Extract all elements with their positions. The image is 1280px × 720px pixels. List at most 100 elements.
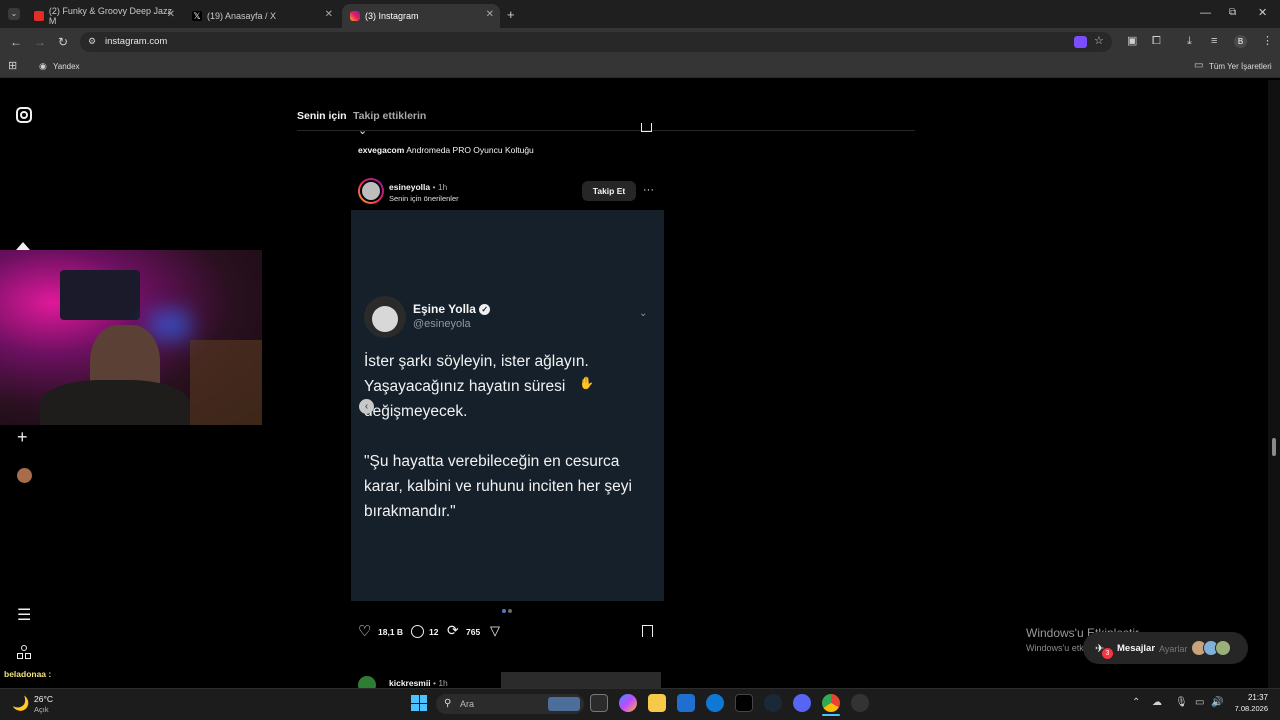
hand-cursor-icon: ✋ bbox=[579, 376, 594, 390]
start-windows-icon[interactable] bbox=[411, 695, 427, 711]
tray-chevron-up-icon[interactable]: ⌃ bbox=[1132, 698, 1140, 708]
copilot-icon[interactable] bbox=[619, 694, 637, 712]
close-icon[interactable]: ✕ bbox=[486, 9, 494, 20]
tab-groups-icon[interactable]: ▣ bbox=[1127, 36, 1137, 47]
story-ring[interactable] bbox=[358, 178, 384, 204]
post-suggested-label: Senin için önerilenler bbox=[389, 194, 459, 203]
extensions-icon[interactable]: ⧠ bbox=[1152, 36, 1161, 47]
reload-icon[interactable]: ↻ bbox=[58, 36, 68, 48]
post-media[interactable]: Eşine Yolla ✓ @esineyola ⌄ İster şarkı s… bbox=[351, 210, 664, 601]
back-icon[interactable]: ← bbox=[10, 36, 22, 48]
carousel-dot bbox=[508, 609, 512, 613]
webcam-overlay bbox=[0, 250, 262, 425]
taskbar-search[interactable]: ⚲ Ara bbox=[436, 694, 584, 714]
new-tab-icon[interactable]: + bbox=[507, 8, 515, 21]
apps-grid-icon[interactable]: ⊞ bbox=[8, 61, 17, 72]
profile-avatar-nav[interactable] bbox=[17, 468, 32, 483]
like-count[interactable]: 18,1 B bbox=[378, 627, 403, 637]
repost-count[interactable]: 765 bbox=[466, 627, 480, 637]
weather-temp[interactable]: 26°C bbox=[34, 694, 53, 704]
save-bookmark-icon[interactable] bbox=[642, 625, 653, 637]
minimize-icon[interactable]: — bbox=[1200, 8, 1211, 19]
search-placeholder: Ara bbox=[460, 699, 475, 709]
chat-overlay-user: beladonaa : bbox=[4, 669, 52, 679]
tweet-quote-1: "Şu hayatta verebileceğin en cesurca bbox=[364, 453, 620, 470]
tweet-line-1: İster şarkı söyleyin, ister ağlayın. bbox=[364, 353, 589, 370]
next-post-user: kickresmii • 1h bbox=[389, 678, 448, 688]
follow-button[interactable]: Takip Et bbox=[582, 181, 636, 201]
download-icon[interactable]: ⤓ bbox=[1187, 36, 1192, 47]
create-plus-icon[interactable]: + bbox=[17, 428, 28, 446]
scrollbar-thumb[interactable] bbox=[1272, 438, 1276, 456]
tab-title: (3) Instagram bbox=[365, 11, 419, 21]
window-close-icon[interactable]: ✕ bbox=[1258, 8, 1267, 19]
profile-avatar[interactable]: B bbox=[1234, 35, 1247, 48]
outlook-icon[interactable] bbox=[706, 694, 724, 712]
discord-icon[interactable] bbox=[793, 694, 811, 712]
tweet-quote-3: bırakmandır." bbox=[364, 503, 456, 520]
prev-save-icon[interactable] bbox=[641, 123, 652, 132]
tweet-line-3: değişmeyecek. bbox=[364, 403, 468, 420]
obs-icon[interactable] bbox=[851, 694, 869, 712]
tab-search-icon[interactable]: ⌄ bbox=[8, 8, 20, 20]
search-icon: ⚲ bbox=[444, 698, 452, 709]
page-scrollbar[interactable] bbox=[1268, 80, 1280, 688]
clock-date[interactable]: 7.08.2026 bbox=[1220, 704, 1268, 713]
chrome-icon[interactable] bbox=[822, 694, 840, 712]
home-icon[interactable] bbox=[16, 242, 30, 250]
activation-watermark-sub: Windows'u etki bbox=[1026, 643, 1086, 653]
address-bar[interactable]: ⚙ instagram.com ☆ bbox=[80, 32, 1112, 52]
store-icon[interactable] bbox=[677, 694, 695, 712]
prev-caption: exvegacom Andromeda PRO Oyuncu Koltuğu bbox=[358, 145, 534, 155]
youtube-icon bbox=[34, 11, 44, 21]
menu-kebab-icon[interactable]: ⋮ bbox=[1262, 36, 1273, 47]
post-user-line: esineyolla • 1h bbox=[389, 182, 448, 192]
unity-app-icon[interactable] bbox=[735, 694, 753, 712]
forward-icon[interactable]: → bbox=[34, 36, 46, 48]
tab-title: (2) Funky & Groovy Deep Jazz M bbox=[48, 6, 172, 26]
carousel-prev-icon[interactable]: ‹ bbox=[359, 399, 374, 414]
reading-list-icon[interactable]: ≡ bbox=[1211, 36, 1217, 47]
post-username[interactable]: esineyolla bbox=[389, 182, 430, 192]
caption-text: Andromeda PRO Oyuncu Koltuğu bbox=[406, 145, 534, 155]
comment-count[interactable]: 12 bbox=[429, 627, 438, 637]
steam-icon[interactable] bbox=[764, 694, 782, 712]
post-options-icon[interactable]: ··· bbox=[643, 184, 654, 196]
repost-icon[interactable]: ⟳ bbox=[447, 623, 459, 638]
site-info-icon[interactable]: ⚙ bbox=[88, 37, 96, 46]
microphone-icon[interactable]: 🎙 bbox=[1175, 698, 1188, 708]
tab-x[interactable]: 𝕏 (19) Anasayfa / X ✕ bbox=[184, 4, 339, 28]
instagram-logo-icon[interactable] bbox=[16, 107, 32, 123]
tab-for-you[interactable]: Senin için bbox=[297, 110, 347, 122]
active-app-indicator bbox=[822, 714, 840, 716]
comment-icon[interactable] bbox=[411, 625, 424, 638]
dm-avatar bbox=[1215, 640, 1231, 656]
cloud-icon[interactable]: ☁ bbox=[1152, 698, 1162, 708]
prev-like-icon[interactable]: ⌄ bbox=[358, 124, 367, 137]
task-view-icon[interactable] bbox=[590, 694, 608, 712]
share-send-icon[interactable]: ▽ bbox=[490, 624, 500, 638]
close-icon[interactable]: ✕ bbox=[167, 9, 175, 20]
all-bookmarks[interactable]: Tüm Yer İşaretleri bbox=[1209, 62, 1272, 71]
tab-instagram[interactable]: (3) Instagram ✕ bbox=[342, 4, 500, 28]
weather-moon-icon[interactable]: 🌙 bbox=[12, 695, 29, 711]
tab-following[interactable]: Takip ettiklerin bbox=[353, 110, 426, 122]
tweet-display-name: Eşine Yolla ✓ bbox=[413, 302, 491, 316]
caption-username[interactable]: exvegacom bbox=[358, 145, 404, 155]
file-explorer-icon[interactable] bbox=[648, 694, 666, 712]
messages-pill[interactable]: ✈ 3 Mesajlar Ayarlar bbox=[1083, 632, 1248, 664]
display-icon[interactable]: ▭ bbox=[1195, 698, 1204, 708]
tab-youtube[interactable]: (2) Funky & Groovy Deep Jazz M ✕ bbox=[26, 4, 181, 28]
bookmark-yandex[interactable]: Yandex bbox=[53, 62, 80, 71]
search-highlight-icon bbox=[548, 697, 580, 711]
clock-time[interactable]: 21:37 bbox=[1226, 693, 1268, 702]
close-icon[interactable]: ✕ bbox=[325, 9, 333, 20]
bookmark-star-icon[interactable]: ☆ bbox=[1094, 36, 1104, 47]
more-menu-icon[interactable]: ☰ bbox=[17, 608, 31, 624]
like-heart-icon[interactable]: ♡ bbox=[358, 624, 371, 639]
screen-cast-icon[interactable] bbox=[1074, 36, 1087, 48]
next-post-peek: kickresmii • 1h bbox=[351, 672, 664, 688]
also-from-meta-icon[interactable] bbox=[17, 645, 31, 659]
messages-label: Mesajlar bbox=[1117, 643, 1156, 654]
restore-icon[interactable]: ⧉ bbox=[1229, 8, 1236, 18]
